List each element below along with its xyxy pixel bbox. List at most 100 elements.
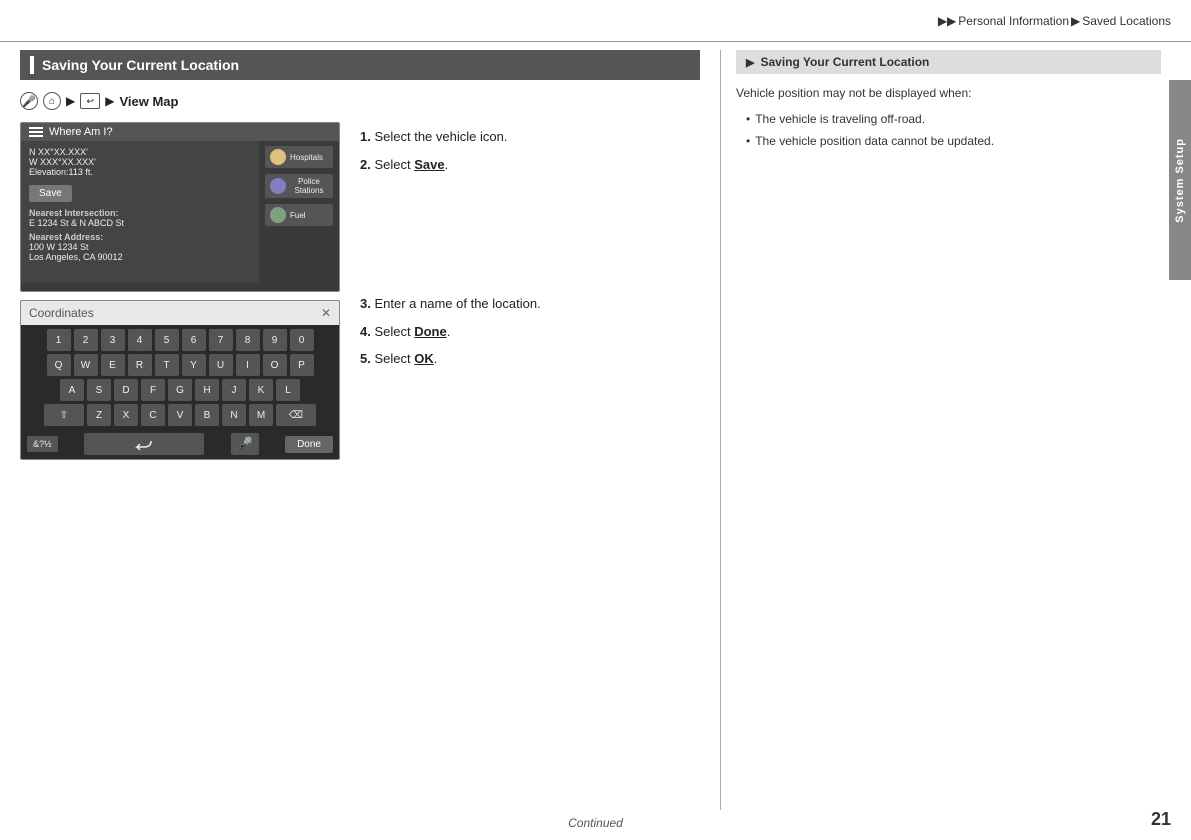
police-poi[interactable]: Police Stations <box>265 174 333 198</box>
map-left-panel: N XX°XX.XXX' W XXX°XX.XXX' Elevation:113… <box>21 141 259 283</box>
key-5[interactable]: 5 <box>155 329 179 351</box>
key-0[interactable]: 0 <box>290 329 314 351</box>
key-h[interactable]: H <box>195 379 219 401</box>
images-column: Where Am I? N XX°XX.XXX' W XXX°XX.XXX' E… <box>20 122 340 460</box>
key-t[interactable]: T <box>155 354 179 376</box>
step-4-text: Select <box>374 324 414 339</box>
step-2-num: 2. <box>360 157 371 172</box>
nav-arrow-1: ▶ <box>66 94 75 108</box>
bullet-dot-2: • <box>746 132 750 150</box>
key-d[interactable]: D <box>114 379 138 401</box>
system-setup-tab: System Setup <box>1169 80 1191 280</box>
key-a[interactable]: A <box>60 379 84 401</box>
section-title: Saving Your Current Location <box>42 57 239 73</box>
right-section-icon: ▶ <box>746 56 754 69</box>
intersection-value: E 1234 St & N ABCD St <box>29 218 251 228</box>
key-n[interactable]: N <box>222 404 246 426</box>
key-e[interactable]: E <box>101 354 125 376</box>
key-i[interactable]: I <box>236 354 260 376</box>
breadcrumb-saved: Saved Locations <box>1082 14 1171 28</box>
step-4-bold: Done <box>414 324 447 339</box>
map-location-row: N XX°XX.XXX' W XXX°XX.XXX' Elevation:113… <box>29 147 251 177</box>
key-shift[interactable]: ⇧ <box>44 404 84 426</box>
footer: Continued <box>0 816 1191 830</box>
fuel-icon <box>270 207 286 223</box>
step-5-num: 5. <box>360 351 371 366</box>
intersection-label: Nearest Intersection: <box>29 208 251 218</box>
step-4-rest: . <box>447 324 451 339</box>
bullet-dot-1: • <box>746 110 750 128</box>
key-s[interactable]: S <box>87 379 111 401</box>
map-header: Where Am I? <box>21 123 339 141</box>
map-save-button[interactable]: Save <box>29 185 72 202</box>
key-k[interactable]: K <box>249 379 273 401</box>
right-section-header: ▶ Saving Your Current Location <box>736 50 1161 74</box>
section-header: Saving Your Current Location <box>20 50 700 80</box>
key-b[interactable]: B <box>195 404 219 426</box>
map-screen: Where Am I? N XX°XX.XXX' W XXX°XX.XXX' E… <box>20 122 340 292</box>
breadcrumb-arrows: ▶▶ <box>938 14 956 28</box>
mic-icon: 🎤 <box>20 92 38 110</box>
key-o[interactable]: O <box>263 354 287 376</box>
key-3[interactable]: 3 <box>101 329 125 351</box>
done-button[interactable]: Done <box>285 436 333 453</box>
key-u[interactable]: U <box>209 354 233 376</box>
key-r[interactable]: R <box>128 354 152 376</box>
bullet-2: • The vehicle position data cannot be up… <box>746 132 1161 150</box>
right-panel: ▶ Saving Your Current Location Vehicle p… <box>720 50 1161 810</box>
nav-path: 🎤 ⌂ ▶ ↩ ▶ View Map <box>20 92 700 110</box>
key-7[interactable]: 7 <box>209 329 233 351</box>
keyboard-row-numbers: 1 2 3 4 5 6 7 8 9 0 <box>27 329 333 351</box>
key-l[interactable]: L <box>276 379 300 401</box>
step-4-num: 4. <box>360 324 371 339</box>
key-9[interactable]: 9 <box>263 329 287 351</box>
step-3: 3. Enter a name of the location. <box>360 294 700 314</box>
step-5: 5. Select OK. <box>360 349 700 369</box>
header-bar-accent <box>30 56 34 74</box>
breadcrumb: ▶▶ Personal Information ▶ Saved Location… <box>938 14 1171 28</box>
key-x[interactable]: X <box>114 404 138 426</box>
step-5-rest: . <box>434 351 438 366</box>
key-y[interactable]: Y <box>182 354 206 376</box>
step-3-num: 3. <box>360 296 371 311</box>
steps-column: 1. Select the vehicle icon. 2. Select Sa… <box>360 122 700 377</box>
keyboard-clear-icon[interactable]: ✕ <box>321 306 331 320</box>
address-line1: 100 W 1234 St <box>29 242 251 252</box>
map-address-row: Nearest Address: 100 W 1234 St Los Angel… <box>29 232 251 262</box>
key-m[interactable]: M <box>249 404 273 426</box>
key-c[interactable]: C <box>141 404 165 426</box>
bullet-2-text: The vehicle position data cannot be upda… <box>755 132 994 150</box>
main-content: Saving Your Current Location 🎤 ⌂ ▶ ↩ ▶ V… <box>20 50 1161 810</box>
nav-label: View Map <box>119 94 178 109</box>
hospitals-poi[interactable]: Hospitals <box>265 146 333 168</box>
key-space[interactable] <box>84 433 204 455</box>
key-4[interactable]: 4 <box>128 329 152 351</box>
key-v[interactable]: V <box>168 404 192 426</box>
step-1: 1. Select the vehicle icon. <box>360 127 700 147</box>
key-w[interactable]: W <box>74 354 98 376</box>
sym-button[interactable]: &?½ <box>27 436 58 452</box>
key-q[interactable]: Q <box>47 354 71 376</box>
continued-label: Continued <box>568 816 623 830</box>
map-lon: W XXX°XX.XXX' <box>29 157 251 167</box>
key-1[interactable]: 1 <box>47 329 71 351</box>
menu-icon[interactable] <box>29 127 43 137</box>
key-backspace[interactable]: ⌫ <box>276 404 316 426</box>
key-8[interactable]: 8 <box>236 329 260 351</box>
keyboard-rows: 1 2 3 4 5 6 7 8 9 0 Q <box>21 325 339 433</box>
key-p[interactable]: P <box>290 354 314 376</box>
key-z[interactable]: Z <box>87 404 111 426</box>
key-6[interactable]: 6 <box>182 329 206 351</box>
hospital-icon <box>270 149 286 165</box>
keyboard-search-text: Coordinates <box>29 306 315 320</box>
breadcrumb-sep: ▶ <box>1071 14 1080 28</box>
bullet-1: • The vehicle is traveling off-road. <box>746 110 1161 128</box>
map-title: Where Am I? <box>49 126 113 138</box>
step-5-text: Select <box>374 351 414 366</box>
mic-button[interactable]: 🎤 <box>231 433 259 455</box>
key-g[interactable]: G <box>168 379 192 401</box>
key-2[interactable]: 2 <box>74 329 98 351</box>
key-f[interactable]: F <box>141 379 165 401</box>
fuel-poi[interactable]: Fuel <box>265 204 333 226</box>
key-j[interactable]: J <box>222 379 246 401</box>
